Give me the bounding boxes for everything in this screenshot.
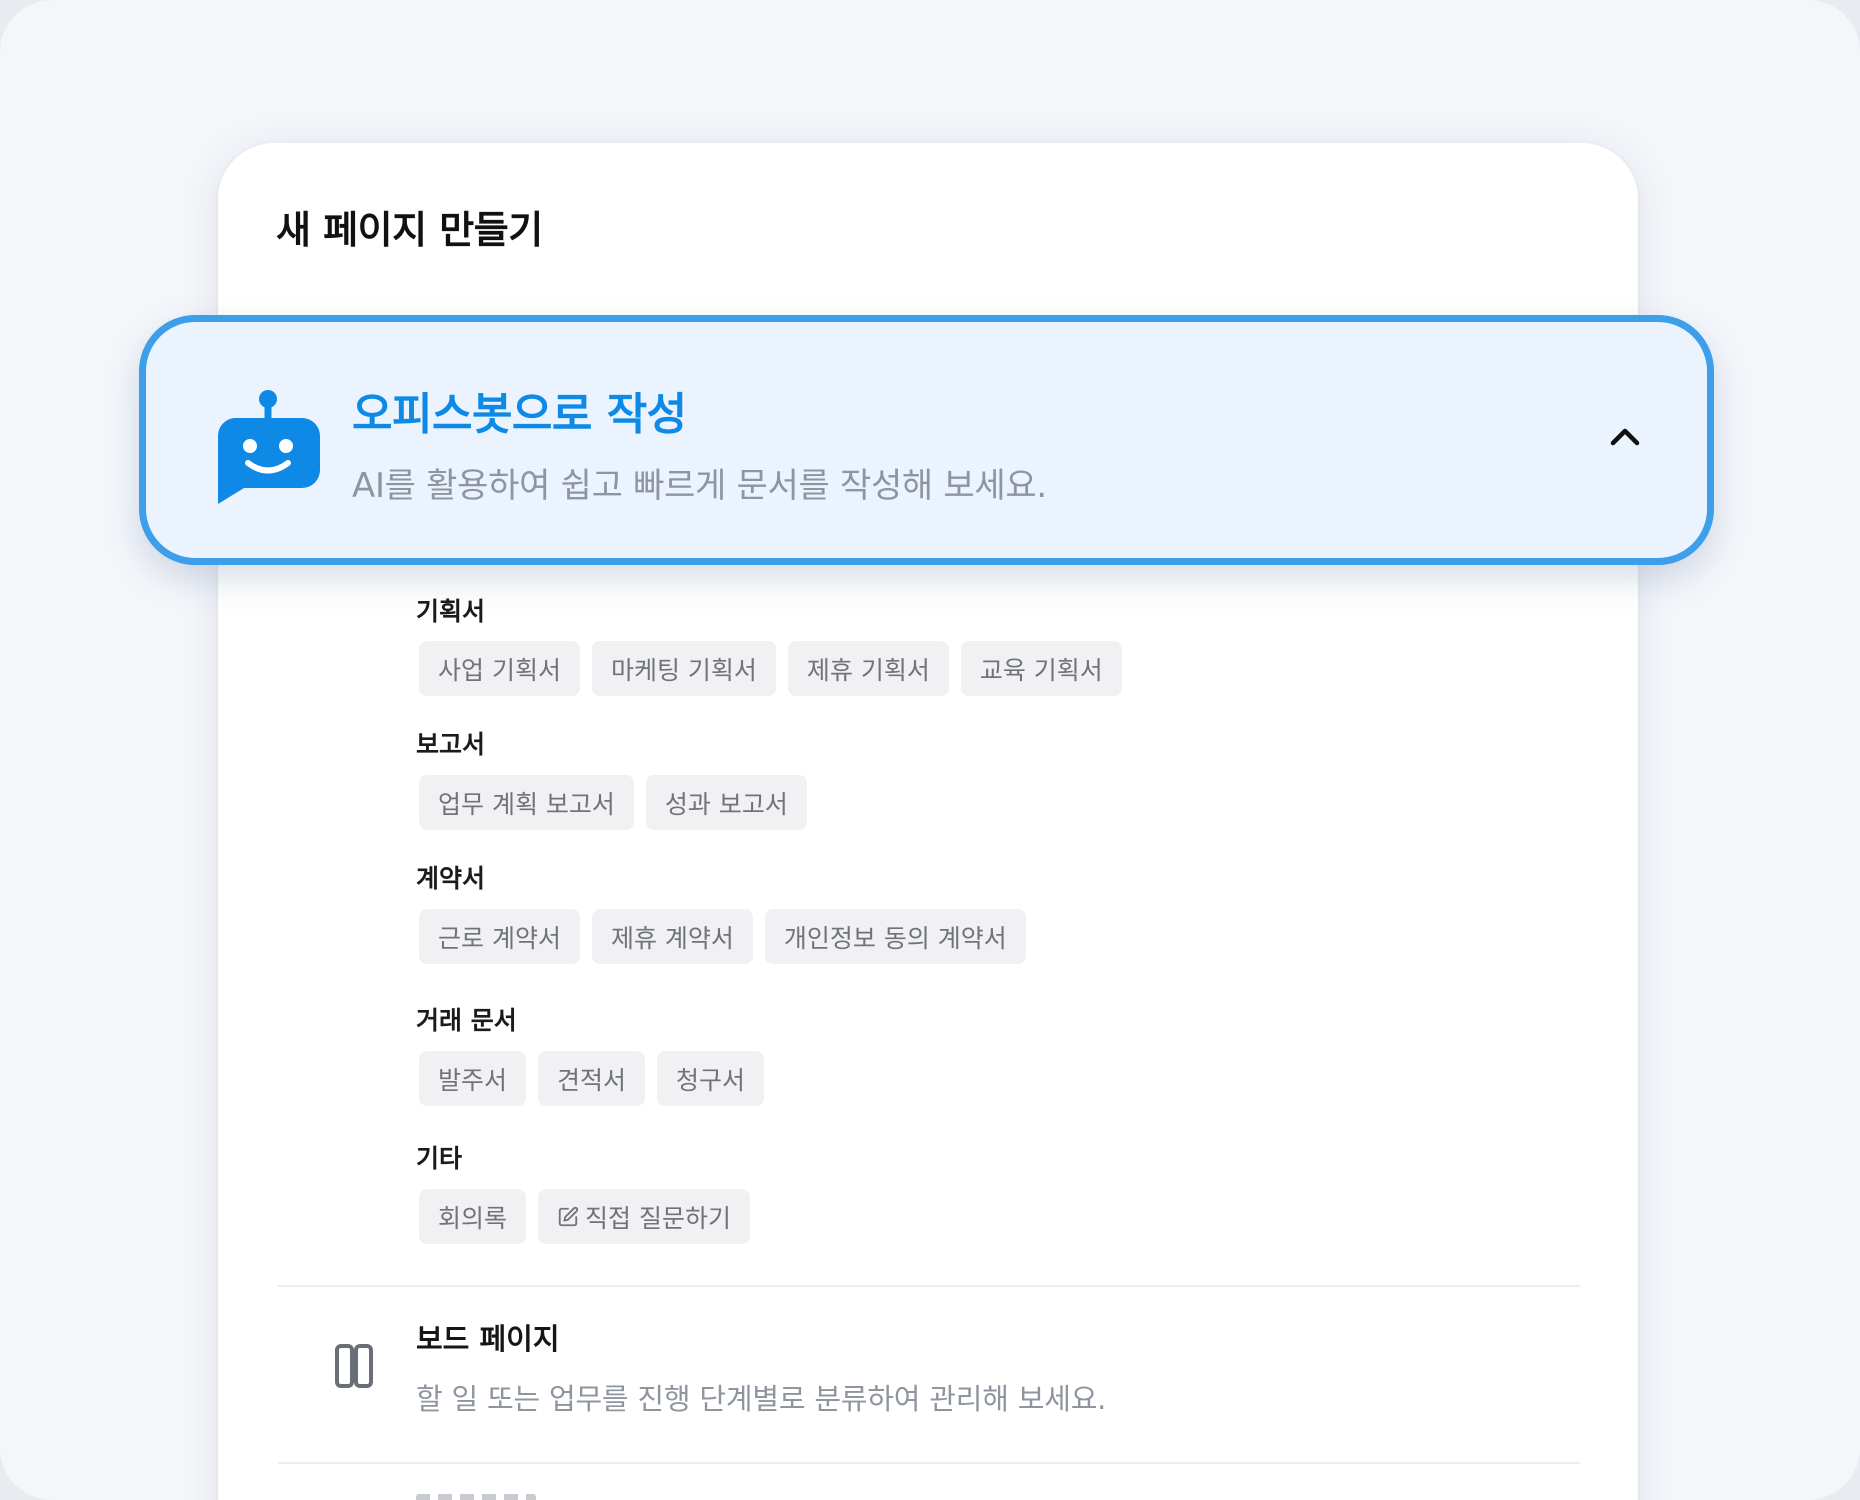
template-chip[interactable]: 근로 계약서 [419, 909, 580, 964]
chip-row-trade: 발주서 견적서 청구서 [419, 1051, 765, 1106]
chip-row-planning: 사업 기획서 마케팅 기획서 제휴 기획서 교육 기획서 [419, 641, 1122, 696]
panel-title: 새 페이지 만들기 [276, 208, 543, 252]
ask-directly-chip[interactable]: 직접 질문하기 [538, 1189, 750, 1244]
category-label-report: 보고서 [416, 730, 486, 759]
template-chip[interactable]: 업무 계획 보고서 [419, 775, 634, 830]
officebot-description: AI를 활용하여 쉽고 빠르게 문서를 작성해 보세요. [352, 466, 1047, 506]
app-background: 새 페이지 만들기 기획서 사업 기획서 마케팅 기획서 제휴 기획서 교육 기… [0, 0, 1860, 1500]
divider [278, 1462, 1580, 1464]
officebot-title: 오피스봇으로 작성 [352, 389, 687, 440]
template-chip[interactable]: 발주서 [419, 1051, 527, 1106]
board-page-description: 할 일 또는 업무를 진행 단계별로 분류하여 관리해 보세요. [416, 1382, 1107, 1416]
board-page-title: 보드 페이지 [416, 1322, 560, 1356]
officebot-card[interactable]: 오피스봇으로 작성 AI를 활용하여 쉽고 빠르게 문서를 작성해 보세요. [139, 315, 1714, 565]
next-option-partial [416, 1494, 536, 1500]
category-label-contract: 계약서 [416, 864, 486, 893]
chevron-up-icon [1609, 426, 1641, 450]
template-chip[interactable]: 마케팅 기획서 [591, 641, 776, 696]
collapse-button[interactable] [1605, 418, 1645, 458]
template-chip[interactable]: 제휴 기획서 [787, 641, 949, 696]
ask-directly-label: 직접 질문하기 [585, 1203, 731, 1233]
template-chip[interactable]: 제휴 계약서 [591, 909, 753, 964]
robot-chat-icon [216, 388, 320, 504]
category-label-trade: 거래 문서 [416, 1006, 517, 1035]
edit-icon [557, 1206, 579, 1228]
category-label-planning: 기획서 [416, 597, 486, 626]
board-columns-icon [334, 1343, 374, 1389]
template-chip[interactable]: 회의록 [419, 1189, 527, 1244]
category-label-other: 기타 [416, 1144, 463, 1173]
chip-row-contract: 근로 계약서 제휴 계약서 개인정보 동의 계약서 [419, 909, 1026, 964]
template-chip[interactable]: 교육 기획서 [960, 641, 1122, 696]
template-chip[interactable]: 청구서 [657, 1051, 765, 1106]
chip-row-report: 업무 계획 보고서 성과 보고서 [419, 775, 807, 830]
chip-row-other: 회의록 직접 질문하기 [419, 1189, 750, 1244]
template-chip[interactable]: 개인정보 동의 계약서 [764, 909, 1026, 964]
template-chip[interactable]: 성과 보고서 [645, 775, 807, 830]
template-chip[interactable]: 견적서 [538, 1051, 646, 1106]
divider [278, 1285, 1580, 1287]
template-chip[interactable]: 사업 기획서 [419, 641, 580, 696]
